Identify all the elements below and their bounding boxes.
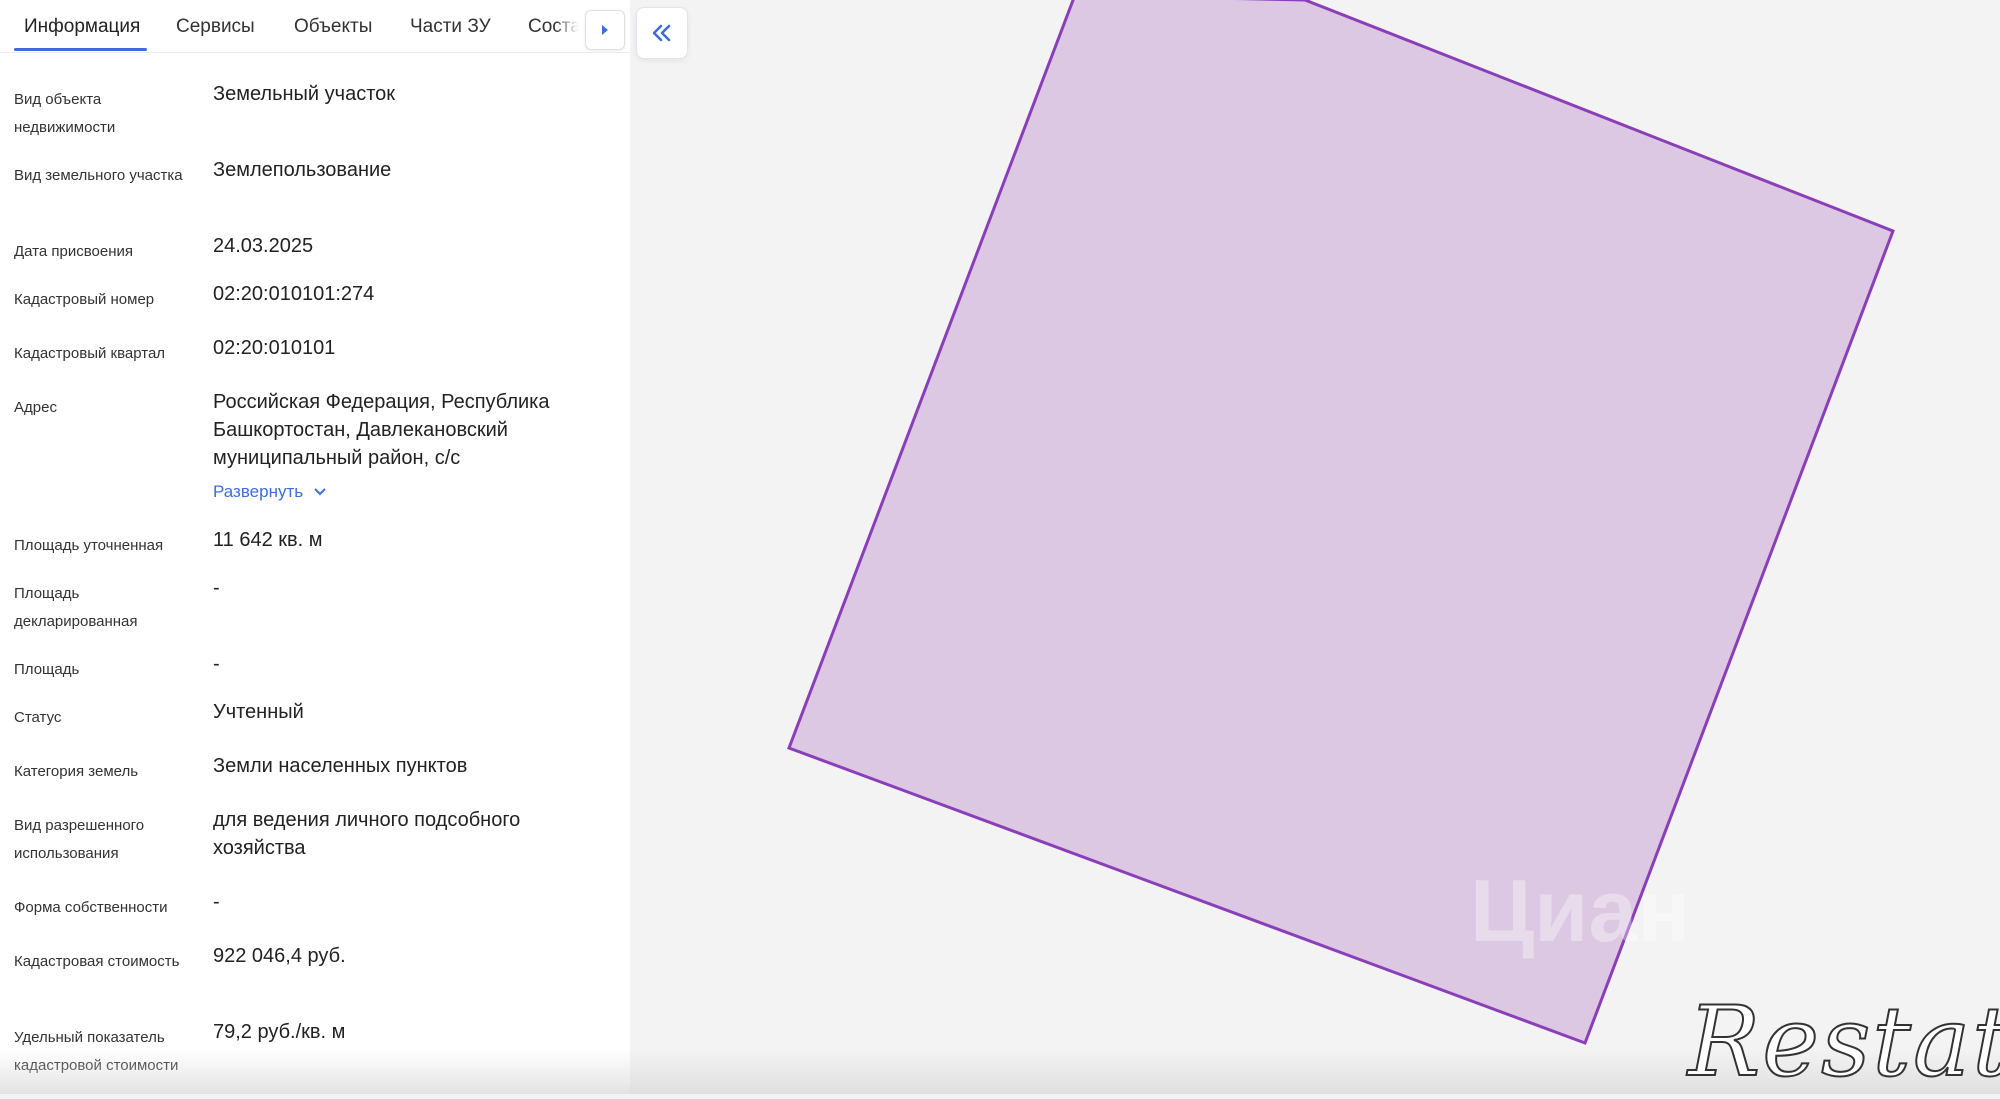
property-value: Земельный участок [213,83,396,105]
expand-label: Развернуть [213,482,304,501]
property-value: для ведения личного подсобного хозяйства [213,809,521,859]
double-chevron-left-icon [652,24,671,42]
active-tab-indicator [14,48,147,51]
chevron-down-icon [314,488,326,496]
caret-right-icon [602,25,608,35]
tabs-scroll-right-button[interactable] [585,10,625,50]
property-label: Дата присвоения [14,243,133,260]
property-label: Площадь [14,661,80,678]
property-value: 02:20:010101:274 [213,283,375,305]
tab-services[interactable]: Сервисы [176,16,255,38]
tab-info[interactable]: Информация [24,16,140,38]
property-value: 02:20:010101 [213,337,336,359]
property-value: Учтенный [213,701,304,723]
property-value: - [213,577,220,599]
property-label: Кадастровая стоимость [14,953,180,970]
map-canvas[interactable] [630,0,2000,1094]
property-label: Адрес [14,399,57,416]
address-expand-link[interactable]: Развернуть [213,482,327,502]
property-label: Вид земельного участка [14,167,183,184]
tab-parcel-parts[interactable]: Части ЗУ [410,16,491,38]
address-value: Российская Федерация, Республика Башкорт… [213,391,550,469]
tab-objects[interactable]: Объекты [294,16,372,38]
restate-watermark: Restate [1687,985,2000,1099]
property-label: Форма собственности [14,899,168,916]
property-value: - [213,891,220,913]
property-value: 79,2 руб./кв. м [213,1021,346,1043]
property-label: Кадастровый квартал [14,345,166,362]
tab-bar: Информация Сервисы Объекты Части ЗУ Сост… [0,0,630,53]
property-label: Статус [14,709,62,726]
property-value: Землепользование [213,159,392,181]
property-label: Вид объекта недвижимости [14,91,116,136]
property-label: Площадь декларированная [14,585,138,630]
parcel-polygon[interactable] [787,0,1895,1045]
property-value: 922 046,4 руб. [213,945,346,967]
property-value: Земли населенных пунктов [213,755,468,777]
property-value: 11 642 кв. м [213,529,323,551]
cian-watermark: Циан [1470,861,1691,960]
property-label: Вид разрешенного использования [14,817,145,862]
map-svg [787,0,1895,1045]
property-label: Категория земель [14,763,139,780]
property-label: Кадастровый номер [14,291,155,308]
property-value: - [213,653,220,675]
property-value: 24.03.2025 [213,235,314,257]
property-label: Площадь уточненная [14,537,164,554]
info-panel: Информация Сервисы Объекты Части ЗУ Сост… [0,0,630,1094]
collapse-panel-button[interactable] [636,7,688,59]
